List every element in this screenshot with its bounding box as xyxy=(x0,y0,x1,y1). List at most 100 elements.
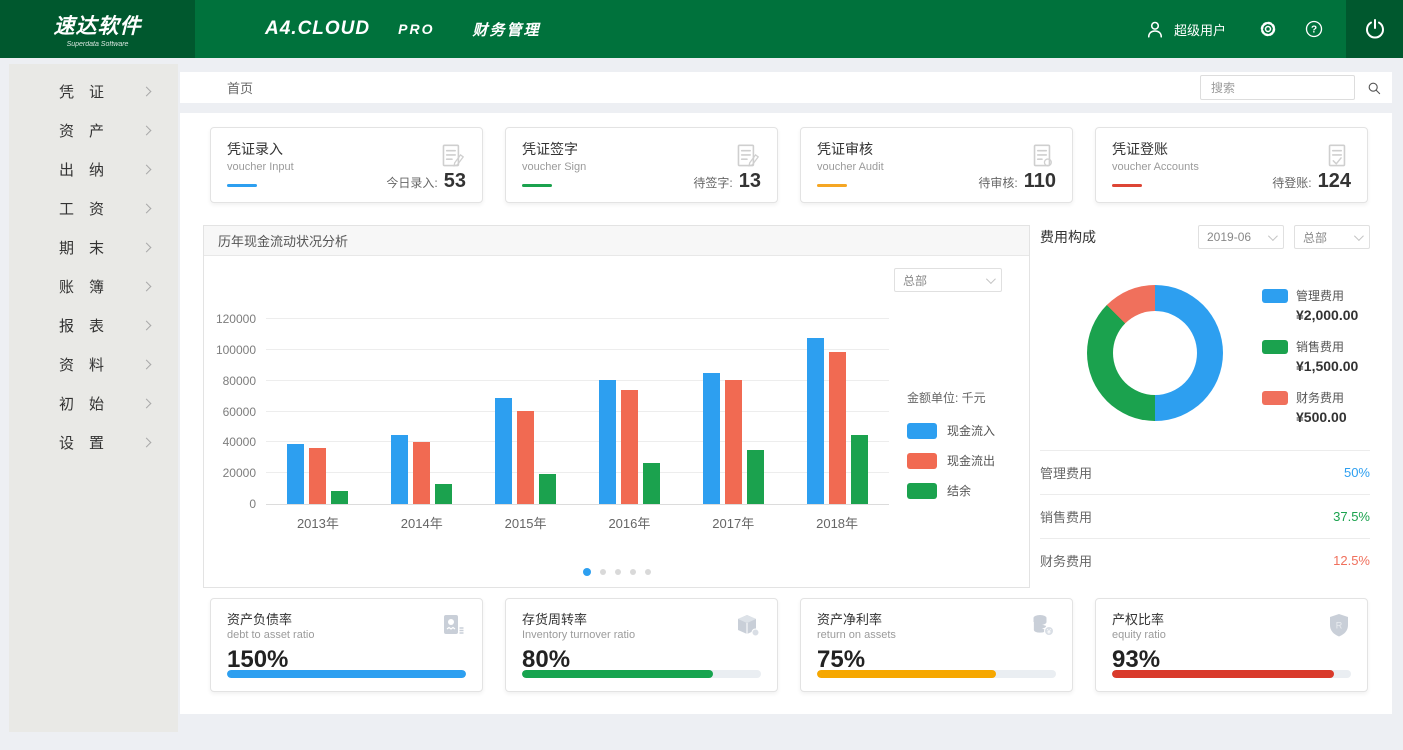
ratio-title: 存货周转率 xyxy=(522,609,761,628)
legend-label: 结余 xyxy=(947,482,971,499)
stat-count: 待登账: 124 xyxy=(1272,170,1351,193)
stat-card-voucher-input[interactable]: 凭证录入 voucher Input 今日录入: 53 xyxy=(210,127,483,203)
cost-name: 销售费用 xyxy=(1040,507,1092,526)
bar xyxy=(703,373,720,504)
certificate-icon xyxy=(438,611,468,646)
sidebar-item-label: 初 始 xyxy=(59,393,143,414)
progress-fill xyxy=(227,670,466,678)
stat-card-title: 凭证签字 xyxy=(522,139,761,159)
bar xyxy=(287,444,304,504)
search-icon[interactable] xyxy=(1366,80,1382,96)
bar xyxy=(851,435,868,504)
sidebar-item-label: 设 置 xyxy=(59,432,143,453)
month-dropdown[interactable]: 2019-06 xyxy=(1198,225,1284,249)
legend-swatch xyxy=(907,483,937,499)
branch-dropdown[interactable]: 总部 xyxy=(1294,225,1370,249)
ratio-card-debt-to-asset[interactable]: 资产负债率 debt to asset ratio 150% xyxy=(210,598,483,692)
stat-card-voucher-audit[interactable]: 凭证审核 voucher Audit 待审核: 110 xyxy=(800,127,1073,203)
stat-card-voucher-sign[interactable]: 凭证签字 voucher Sign 待签字: 13 xyxy=(505,127,778,203)
stat-card-voucher-accounts[interactable]: 凭证登账 voucher Accounts 待登账: 124 xyxy=(1095,127,1368,203)
x-axis-tick: 2017年 xyxy=(681,513,785,532)
bar-group: 2018年 xyxy=(785,319,889,504)
carousel-dot[interactable] xyxy=(615,569,621,575)
svg-text:R: R xyxy=(1336,621,1343,631)
user-icon[interactable] xyxy=(1144,18,1166,40)
sidebar-item[interactable]: 初 始 xyxy=(9,384,178,423)
ratio-title: 资产净利率 xyxy=(817,609,1056,628)
sidebar-item[interactable]: 设 置 xyxy=(9,423,178,462)
sidebar-item[interactable]: 出 纳 xyxy=(9,150,178,189)
ratio-title: 产权比率 xyxy=(1112,609,1351,628)
y-axis-tick: 60000 xyxy=(223,405,256,419)
sidebar-item[interactable]: 账 簿 xyxy=(9,267,178,306)
app-logo[interactable]: 速达软件 Superdata Software xyxy=(0,0,195,58)
sidebar-item[interactable]: 资 产 xyxy=(9,111,178,150)
sidebar-item[interactable]: 工 资 xyxy=(9,189,178,228)
legend-label: 财务费用 xyxy=(1296,389,1344,406)
logo-title: 速达软件 xyxy=(54,10,142,40)
logo-subtitle: Superdata Software xyxy=(67,41,129,48)
power-icon xyxy=(1363,17,1387,41)
carousel-dot[interactable] xyxy=(630,569,636,575)
legend-item: 结余 xyxy=(907,482,1025,499)
sidebar-item-label: 出 纳 xyxy=(59,159,143,180)
sidebar-item[interactable]: 凭 证 xyxy=(9,72,178,111)
y-axis-tick: 80000 xyxy=(223,374,256,388)
x-axis-tick: 2018年 xyxy=(785,513,889,532)
main-content: 凭证录入 voucher Input 今日录入: 53 凭证签字 voucher… xyxy=(180,113,1392,714)
progress-bar xyxy=(227,670,466,678)
legend-label: 现金流出 xyxy=(947,452,995,469)
chevron-right-icon xyxy=(142,282,152,292)
ratio-card-inventory-turnover[interactable]: 存货周转率 Inventory turnover ratio 80% xyxy=(505,598,778,692)
user-name[interactable]: 超级用户 xyxy=(1174,20,1226,39)
donut-hole xyxy=(1113,311,1197,395)
search-input[interactable] xyxy=(1201,81,1366,95)
progress-bar xyxy=(817,670,1056,678)
chevron-right-icon xyxy=(142,438,152,448)
donut-legend-item: 财务费用¥500.00 xyxy=(1262,389,1358,425)
cash-flow-chart-panel: 历年现金流动状况分析 总部 02000040000600008000010000… xyxy=(203,225,1030,588)
carousel-dot[interactable] xyxy=(583,568,591,576)
accent-dash xyxy=(522,184,552,187)
cube-icon xyxy=(733,611,763,646)
svg-text:?: ? xyxy=(1311,25,1317,36)
sidebar-item-label: 凭 证 xyxy=(59,81,143,102)
sidebar-item[interactable]: 期 末 xyxy=(9,228,178,267)
ratio-card-return-on-assets[interactable]: ¥ 资产净利率 return on assets 75% xyxy=(800,598,1073,692)
help-icon[interactable]: ? xyxy=(1304,19,1324,39)
product-module: 财务管理 xyxy=(472,19,540,40)
breadcrumb-home-tab[interactable]: 首页 xyxy=(227,78,253,97)
carousel-dots xyxy=(204,568,1029,576)
y-axis-tick: 40000 xyxy=(223,435,256,449)
stat-count: 今日录入: 53 xyxy=(386,170,466,193)
sidebar-item[interactable]: 报 表 xyxy=(9,306,178,345)
chevron-right-icon xyxy=(142,321,152,331)
carousel-dot[interactable] xyxy=(645,569,651,575)
cost-name: 财务费用 xyxy=(1040,551,1092,570)
product-name: A4.CLOUD xyxy=(265,18,370,40)
stat-card-title: 凭证录入 xyxy=(227,139,466,159)
sidebar-item-label: 资 料 xyxy=(59,354,143,375)
logout-power-button[interactable] xyxy=(1346,0,1403,58)
sidebar-item-label: 工 资 xyxy=(59,198,143,219)
sidebar-menu: 凭 证资 产出 纳工 资期 末账 簿报 表资 料初 始设 置 xyxy=(9,64,178,732)
sidebar-item[interactable]: 资 料 xyxy=(9,345,178,384)
ratio-card-equity-ratio[interactable]: R 产权比率 equity ratio 93% xyxy=(1095,598,1368,692)
chevron-down-icon xyxy=(1354,231,1364,241)
bar-group: 2016年 xyxy=(578,319,682,504)
cost-percent: 37.5% xyxy=(1333,509,1370,524)
cost-percent-row: 财务费用12.5% xyxy=(1040,538,1370,582)
cost-amount: ¥1,500.00 xyxy=(1296,358,1358,374)
shield-icon: R xyxy=(1325,611,1353,644)
gear-icon[interactable] xyxy=(1258,19,1278,39)
progress-fill xyxy=(1112,670,1334,678)
progress-fill xyxy=(817,670,996,678)
carousel-dot[interactable] xyxy=(600,569,606,575)
legend-label: 销售费用 xyxy=(1296,338,1344,355)
x-axis-tick: 2015年 xyxy=(474,513,578,532)
bar-group: 2013年 xyxy=(266,319,370,504)
search-box[interactable] xyxy=(1200,75,1355,100)
stat-count: 待审核: 110 xyxy=(978,170,1056,193)
branch-dropdown[interactable]: 总部 xyxy=(894,268,1002,292)
legend-item: 现金流出 xyxy=(907,452,1025,469)
